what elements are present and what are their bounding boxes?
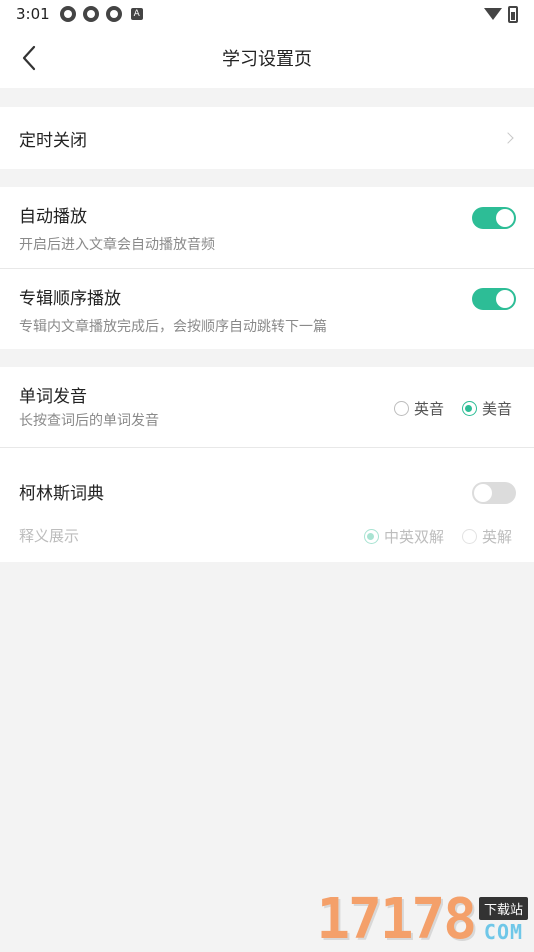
album-order-title: 专辑顺序播放 <box>19 284 121 309</box>
autoplay-subtitle: 开启后进入文章会自动播放音频 <box>19 234 215 254</box>
watermark-box: 下载站 COM <box>479 897 528 944</box>
watermark-number: 17178 <box>316 892 475 948</box>
radio-checked-icon <box>364 529 379 544</box>
timer-section: 定时关闭 <box>0 107 534 169</box>
radio-english-only[interactable]: 英解 <box>462 526 512 547</box>
collins-toggle[interactable] <box>472 482 516 504</box>
radio-label: 美音 <box>482 398 512 419</box>
wifi-icon <box>484 8 502 20</box>
radio-label: 中英双解 <box>384 526 444 547</box>
radio-bilingual[interactable]: 中英双解 <box>364 526 444 547</box>
notification-icon <box>106 6 122 22</box>
radio-circle-icon <box>462 529 477 544</box>
autoplay-row: 自动播放 开启后进入文章会自动播放音频 <box>0 187 534 268</box>
autoplay-toggle[interactable] <box>472 207 516 229</box>
album-order-toggle[interactable] <box>472 288 516 310</box>
toggle-knob <box>496 290 514 308</box>
app-notification-icon: A <box>131 8 143 20</box>
collins-row: 柯林斯词典 释义展示 中英双解 英解 <box>0 448 534 562</box>
page-title: 学习设置页 <box>222 45 312 71</box>
radio-british[interactable]: 英音 <box>394 398 444 419</box>
radio-label: 英解 <box>482 526 512 547</box>
dictionary-section: 单词发音 长按查词后的单词发音 英音 美音 柯林斯词典 释义展示 中英双解 <box>0 367 534 562</box>
toggle-knob <box>496 209 514 227</box>
battery-icon <box>508 6 518 23</box>
timer-label: 定时关闭 <box>19 126 87 151</box>
back-button[interactable] <box>14 42 44 74</box>
status-bar: 3:01 A <box>0 0 534 28</box>
watermark-domain: COM <box>484 920 523 944</box>
pronunciation-subtitle: 长按查词后的单词发音 <box>19 410 159 430</box>
timer-row[interactable]: 定时关闭 <box>0 107 534 169</box>
toggle-knob <box>474 484 492 502</box>
watermark-tag: 下载站 <box>479 897 528 920</box>
radio-checked-icon <box>462 401 477 416</box>
header: 学习设置页 <box>0 28 534 88</box>
collins-title: 柯林斯词典 <box>19 479 104 504</box>
chevron-right-icon <box>502 132 513 143</box>
status-time: 3:01 <box>16 5 50 23</box>
album-order-subtitle: 专辑内文章播放完成后，会按顺序自动跳转下一篇 <box>19 316 327 336</box>
back-arrow-icon <box>21 45 37 71</box>
display-mode-label: 释义展示 <box>19 525 79 546</box>
notification-icon <box>60 6 76 22</box>
radio-circle-icon <box>394 401 409 416</box>
playback-section: 自动播放 开启后进入文章会自动播放音频 专辑顺序播放 专辑内文章播放完成后，会按… <box>0 187 534 349</box>
pronunciation-title: 单词发音 <box>19 382 87 407</box>
album-order-row: 专辑顺序播放 专辑内文章播放完成后，会按顺序自动跳转下一篇 <box>0 269 534 349</box>
notification-icon <box>83 6 99 22</box>
pronunciation-row: 单词发音 长按查词后的单词发音 英音 美音 <box>0 367 534 447</box>
autoplay-title: 自动播放 <box>19 202 87 227</box>
radio-american[interactable]: 美音 <box>462 398 512 419</box>
watermark-logo: 17178 下载站 COM <box>316 892 528 948</box>
pronunciation-radio-group: 英音 美音 <box>376 398 512 419</box>
radio-label: 英音 <box>414 398 444 419</box>
display-mode-radio-group: 中英双解 英解 <box>346 526 512 547</box>
